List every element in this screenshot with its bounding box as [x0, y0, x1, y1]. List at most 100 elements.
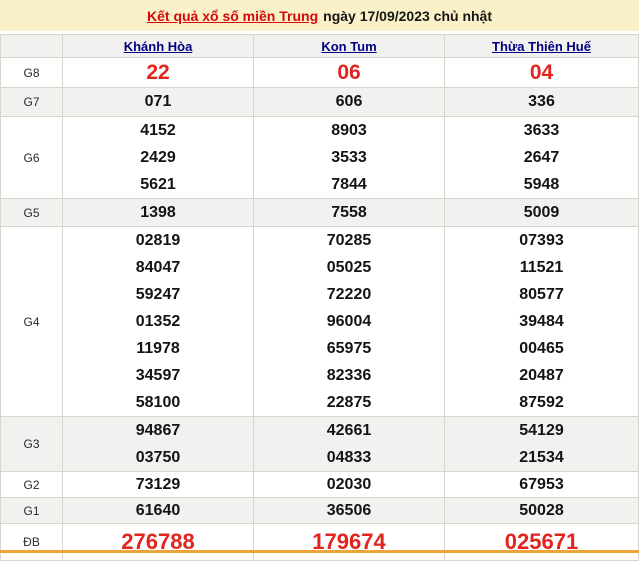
prize-numbers-cell: 5009: [445, 199, 639, 227]
prize-number: 7558: [331, 204, 367, 221]
prize-number: 5948: [523, 176, 560, 193]
prize-number: 84047: [135, 259, 181, 276]
prize-number: 2429: [140, 149, 176, 166]
prize-numbers-cell: 7558: [254, 199, 445, 227]
prize-numbers-cell: 3633 2647 5948: [445, 117, 639, 199]
prize-number: 2647: [523, 149, 560, 166]
prize-label: G8: [1, 58, 63, 88]
prize-number: 96004: [326, 313, 372, 330]
prize-number: 58100: [135, 394, 181, 411]
prize-numbers-cell: 179674: [254, 524, 445, 561]
prize-number: 336: [528, 93, 555, 110]
prize-label: G1: [1, 498, 63, 524]
prize-number: 80577: [519, 286, 564, 303]
prize-row-g6: G6 4152 2429 5621 8903 3533 7844 3633 2647 5948: [1, 117, 639, 199]
prize-number: 70285: [326, 232, 372, 249]
prize-numbers-cell: 07393 11521 80577 39484 00465 20487 87592: [445, 227, 639, 417]
prize-numbers-cell: 8903 3533 7844: [254, 117, 445, 199]
prize-numbers-cell: 276788: [63, 524, 254, 561]
prize-number: 071: [144, 93, 172, 110]
prize-numbers-cell: 606: [254, 88, 445, 117]
prize-numbers-cell: 02030: [254, 472, 445, 498]
prize-row-g7: G7 071 606 336: [1, 88, 639, 117]
prize-row-g8: G8 22 06 04: [1, 58, 639, 88]
prize-label: G5: [1, 199, 63, 227]
column-header-khanh-hoa: Khánh Hòa: [63, 35, 254, 58]
prize-number: 7844: [331, 176, 367, 193]
prize-number: 05025: [326, 259, 372, 276]
prize-number: 025671: [504, 529, 579, 554]
column-header-thua-thien-hue: Thừa Thiên Huế: [445, 35, 639, 58]
prize-number: 42661: [326, 422, 372, 439]
prize-numbers-cell: 22: [63, 58, 254, 88]
prize-number: 11521: [519, 259, 564, 276]
prize-row-g4: G4 02819 84047 59247 01352 11978 34597 58100 702…: [1, 227, 639, 417]
prize-number: 01352: [135, 313, 181, 330]
prize-number: 67953: [519, 476, 564, 493]
prize-number: 20487: [519, 367, 564, 384]
prize-number: 06: [337, 61, 361, 84]
prize-number: 72220: [326, 286, 372, 303]
prize-number: 73129: [135, 476, 181, 493]
prize-numbers-cell: 54129 21534: [445, 417, 639, 472]
prize-number: 5621: [140, 176, 176, 193]
province-link[interactable]: Kon Tum: [321, 39, 376, 54]
prize-label: G7: [1, 88, 63, 117]
prize-numbers-cell: 42661 04833: [254, 417, 445, 472]
prize-number: 8903: [331, 122, 367, 139]
prize-numbers-cell: 73129: [63, 472, 254, 498]
prize-number: 50028: [519, 502, 564, 519]
prize-number: 1398: [140, 204, 176, 221]
prize-number: 02819: [135, 232, 181, 249]
province-link[interactable]: Thừa Thiên Huế: [492, 39, 591, 54]
table-header-row: Khánh Hòa Kon Tum Thừa Thiên Huế: [1, 35, 639, 58]
prize-number: 54129: [519, 422, 564, 439]
prize-numbers-cell: 06: [254, 58, 445, 88]
prize-label: G3: [1, 417, 63, 472]
prize-number: 82336: [326, 367, 372, 384]
prize-label: G4: [1, 227, 63, 417]
prize-number: 87592: [519, 394, 564, 411]
prize-row-g2: G2 73129 02030 67953: [1, 472, 639, 498]
prize-number: 02030: [326, 476, 372, 493]
prize-row-g5: G5 1398 7558 5009: [1, 199, 639, 227]
prize-number: 03750: [135, 449, 181, 466]
prize-number: 4152: [140, 122, 176, 139]
prize-number: 5009: [523, 204, 560, 221]
prize-number: 276788: [121, 529, 195, 554]
prize-number: 07393: [519, 232, 564, 249]
prize-number: 22875: [326, 394, 372, 411]
prize-number: 59247: [135, 286, 181, 303]
province-link[interactable]: Khánh Hòa: [124, 39, 193, 54]
page-title: Kết quả xổ số miền Trung ngày 17/09/2023…: [0, 0, 639, 31]
prize-label: ĐB: [1, 524, 63, 561]
prize-number: 3533: [331, 149, 367, 166]
prize-number: 65975: [326, 340, 372, 357]
prize-number: 606: [335, 93, 363, 110]
prize-label: G6: [1, 117, 63, 199]
prize-number: 11978: [136, 340, 180, 357]
prize-numbers-cell: 02819 84047 59247 01352 11978 34597 58100: [63, 227, 254, 417]
prize-row-g1: G1 61640 36506 50028: [1, 498, 639, 524]
prize-number: 00465: [519, 340, 564, 357]
prize-numbers-cell: 67953: [445, 472, 639, 498]
prize-numbers-cell: 4152 2429 5621: [63, 117, 254, 199]
prize-number: 04: [529, 61, 554, 84]
prize-numbers-cell: 336: [445, 88, 639, 117]
prize-numbers-cell: 50028: [445, 498, 639, 524]
prize-number: 22: [146, 61, 170, 84]
prize-row-db: ĐB 276788 179674 025671: [1, 524, 639, 561]
column-header-kon-tum: Kon Tum: [254, 35, 445, 58]
region-results-link[interactable]: Kết quả xổ số miền Trung: [147, 8, 318, 24]
prize-row-g3: G3 94867 03750 42661 04833 54129 21534: [1, 417, 639, 472]
page-title-date: ngày 17/09/2023 chủ nhật: [323, 7, 492, 24]
prize-numbers-cell: 025671: [445, 524, 639, 561]
prize-numbers-cell: 04: [445, 58, 639, 88]
header-empty-cell: [1, 35, 63, 58]
prize-number: 3633: [523, 122, 560, 139]
prize-number: 04833: [326, 449, 372, 466]
results-table: Khánh Hòa Kon Tum Thừa Thiên Huế G8 22 06 0…: [0, 34, 639, 561]
prize-numbers-cell: 61640: [63, 498, 254, 524]
prize-numbers-cell: 36506: [254, 498, 445, 524]
prize-numbers-cell: 071: [63, 88, 254, 117]
